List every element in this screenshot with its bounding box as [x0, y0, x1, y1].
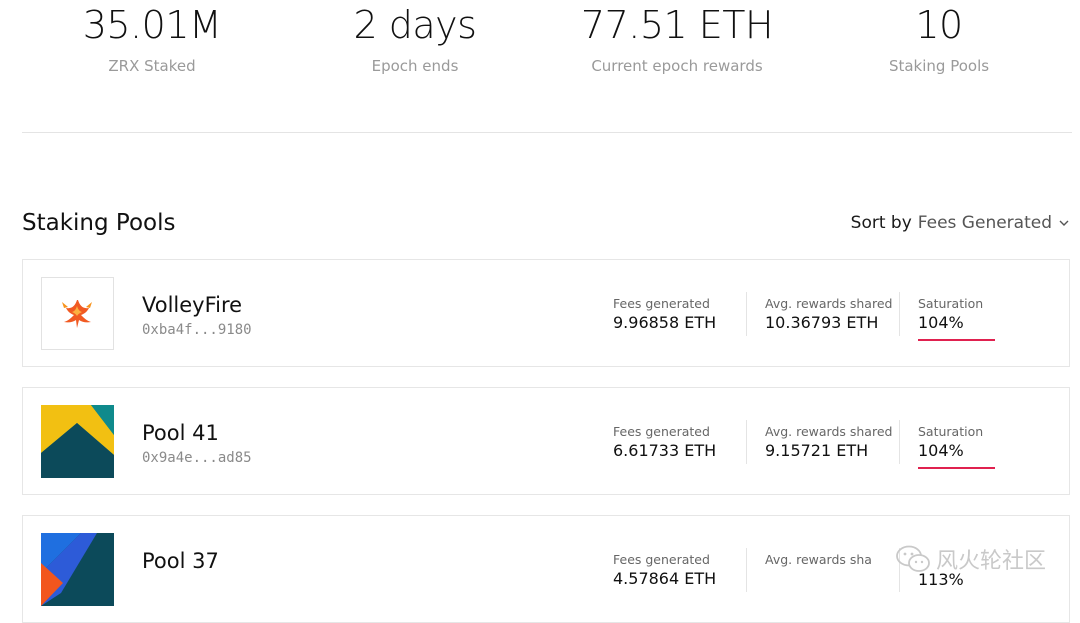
- metric-label: Fees generated: [613, 296, 710, 311]
- metric-label: Fees generated: [613, 552, 710, 567]
- metric-value: 104%: [918, 441, 964, 460]
- pool-name: Pool 37: [142, 549, 219, 573]
- pool-address: 0xba4f...9180: [142, 322, 252, 338]
- stats-bar: 35.01M ZRX Staked 2 days Epoch ends 77.5…: [0, 0, 1080, 90]
- chevron-down-icon: [1059, 220, 1069, 226]
- saturation: Saturation 104%: [918, 424, 983, 460]
- geometric-logo-icon: [41, 533, 114, 606]
- stat-value: 10: [915, 3, 963, 47]
- pool-name: Pool 41: [142, 421, 219, 445]
- metric-value: 10.36793 ETH: [765, 313, 879, 332]
- stat-value: 35.01M: [82, 3, 222, 47]
- pool-address: 0x9a4e...ad85: [142, 450, 252, 466]
- avg-rewards-shared: Avg. rewards sha: [765, 552, 872, 567]
- saturation: Saturation 104%: [918, 296, 983, 332]
- divider: [746, 420, 747, 464]
- phoenix-logo-icon: [41, 277, 114, 350]
- section-title: Staking Pools: [22, 210, 176, 236]
- avg-rewards-shared: Avg. rewards shared 10.36793 ETH: [765, 296, 892, 332]
- stat-value: 77.51 ETH: [580, 3, 774, 47]
- metric-label: Avg. rewards shared: [765, 424, 893, 439]
- metric-label: Avg. rewards sha: [765, 552, 872, 567]
- metric-label: Saturation: [918, 296, 984, 311]
- geometric-logo-icon: [41, 405, 114, 478]
- metric-value: 6.61733 ETH: [613, 441, 717, 460]
- watermark-text: 风火轮社区: [935, 549, 1046, 574]
- metric-label: Saturation: [918, 424, 984, 439]
- metric-value: 104%: [918, 313, 964, 332]
- fees-generated: Fees generated 4.57864 ETH: [613, 552, 716, 588]
- pool-card[interactable]: Pool 41 0x9a4e...ad85 Fees generated 6.6…: [22, 387, 1070, 495]
- divider: [22, 132, 1072, 133]
- saturation-bar: [918, 467, 995, 469]
- divider: [746, 292, 747, 336]
- avg-rewards-shared: Avg. rewards shared 9.15721 ETH: [765, 424, 892, 460]
- metric-value: 9.96858 ETH: [613, 313, 717, 332]
- divider: [899, 420, 900, 464]
- sort-value: Fees Generated: [917, 213, 1052, 233]
- fees-generated: Fees generated 6.61733 ETH: [613, 424, 716, 460]
- stat-label: Staking Pools: [888, 57, 990, 75]
- metric-value: 9.15721 ETH: [765, 441, 869, 460]
- stat-value: 2 days: [353, 3, 477, 47]
- divider: [746, 548, 747, 592]
- stat-label: ZRX Staked: [108, 57, 196, 75]
- stat-label: Epoch ends: [371, 57, 459, 75]
- sort-dropdown[interactable]: Sort by Fees Generated: [851, 213, 1070, 233]
- stat-label: Current epoch rewards: [591, 57, 763, 75]
- metric-value: 4.57864 ETH: [613, 569, 717, 588]
- metric-label: Fees generated: [613, 424, 710, 439]
- divider: [899, 292, 900, 336]
- pool-name: VolleyFire: [142, 293, 243, 317]
- pool-card[interactable]: VolleyFire 0xba4f...9180 Fees generated …: [22, 259, 1070, 367]
- saturation-bar: [918, 339, 995, 341]
- watermark: 风火轮社区: [896, 543, 1046, 575]
- fees-generated: Fees generated 9.96858 ETH: [613, 296, 716, 332]
- metric-label: Avg. rewards shared: [765, 296, 893, 311]
- wechat-icon: [896, 545, 930, 572]
- sort-label: Sort by: [850, 213, 912, 233]
